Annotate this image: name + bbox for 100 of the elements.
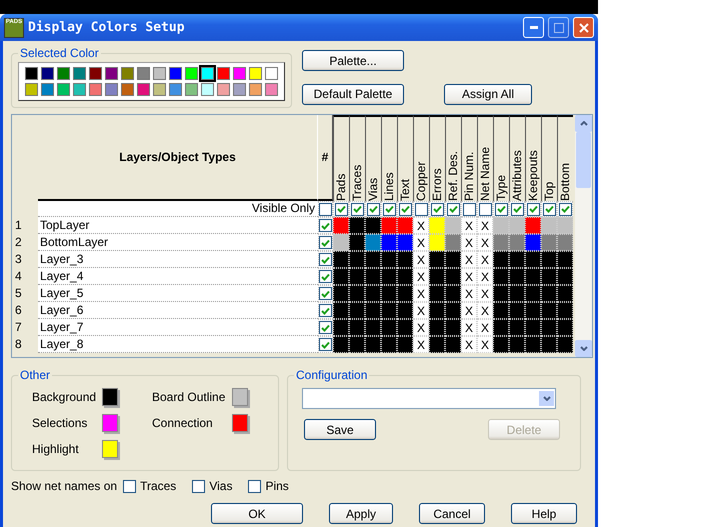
color-cell[interactable] — [557, 268, 573, 285]
color-cell[interactable] — [525, 285, 541, 302]
color-cell[interactable] — [429, 217, 445, 234]
color-swatch[interactable] — [217, 67, 230, 80]
checkbox[interactable] — [382, 202, 396, 216]
color-cell[interactable] — [333, 234, 349, 251]
color-cell[interactable] — [381, 319, 397, 336]
color-swatch[interactable] — [89, 67, 102, 80]
color-swatch[interactable] — [249, 83, 262, 96]
color-swatch[interactable] — [233, 67, 246, 80]
color-cell[interactable] — [493, 336, 509, 353]
color-cell[interactable] — [381, 285, 397, 302]
color-cell[interactable] — [445, 285, 461, 302]
checkbox[interactable] — [446, 202, 460, 216]
color-swatch[interactable] — [57, 67, 70, 80]
color-cell[interactable] — [349, 251, 365, 268]
color-cell[interactable] — [349, 234, 365, 251]
layer-name[interactable]: Layer_7 — [38, 319, 318, 336]
color-cell[interactable] — [557, 234, 573, 251]
color-cell[interactable] — [509, 302, 525, 319]
cancel-button[interactable]: Cancel — [419, 503, 485, 524]
color-cell[interactable] — [397, 302, 413, 319]
checkbox[interactable] — [319, 253, 332, 266]
checkbox[interactable] — [319, 321, 332, 334]
color-cell[interactable] — [525, 251, 541, 268]
color-swatch[interactable] — [153, 67, 166, 80]
color-cell[interactable] — [381, 234, 397, 251]
color-cell[interactable] — [397, 217, 413, 234]
color-cell[interactable] — [541, 234, 557, 251]
color-cell[interactable] — [493, 285, 509, 302]
color-cell[interactable] — [557, 285, 573, 302]
checkbox[interactable] — [414, 202, 428, 216]
color-cell[interactable] — [541, 336, 557, 353]
apply-button[interactable]: Apply — [329, 503, 393, 524]
color-cell[interactable] — [429, 285, 445, 302]
color-swatch[interactable] — [41, 83, 54, 96]
color-cell[interactable] — [509, 336, 525, 353]
color-cell[interactable] — [333, 336, 349, 353]
checkbox[interactable] — [558, 202, 572, 216]
color-cell[interactable] — [493, 217, 509, 234]
color-swatch[interactable] — [89, 83, 102, 96]
color-cell[interactable] — [541, 268, 557, 285]
color-swatch[interactable] — [233, 83, 246, 96]
color-cell[interactable] — [509, 217, 525, 234]
color-swatch[interactable] — [249, 67, 262, 80]
color-swatch[interactable] — [102, 414, 118, 432]
color-cell[interactable] — [365, 234, 381, 251]
color-cell[interactable] — [525, 268, 541, 285]
color-cell[interactable] — [509, 285, 525, 302]
color-cell[interactable] — [509, 234, 525, 251]
checkbox[interactable] — [319, 236, 332, 249]
checkbox[interactable] — [350, 202, 364, 216]
checkbox[interactable] — [192, 480, 206, 492]
color-cell[interactable] — [493, 319, 509, 336]
color-cell[interactable] — [365, 285, 381, 302]
scrollbar[interactable] — [575, 115, 592, 357]
color-cell[interactable] — [397, 336, 413, 353]
checkbox[interactable] — [319, 270, 332, 283]
color-cell[interactable] — [365, 251, 381, 268]
layer-name[interactable]: Layer_3 — [38, 251, 318, 268]
color-cell[interactable] — [349, 217, 365, 234]
color-cell[interactable] — [557, 302, 573, 319]
checkbox[interactable] — [334, 202, 348, 216]
layer-name[interactable]: Layer_6 — [38, 302, 318, 319]
color-cell[interactable] — [365, 268, 381, 285]
maximize-button[interactable] — [548, 17, 569, 38]
color-swatch[interactable] — [185, 67, 198, 80]
color-cell[interactable] — [365, 336, 381, 353]
color-cell[interactable] — [349, 268, 365, 285]
color-cell[interactable] — [397, 251, 413, 268]
checkbox[interactable] — [430, 202, 444, 216]
color-swatch[interactable] — [121, 83, 134, 96]
checkbox[interactable] — [319, 304, 332, 317]
color-cell[interactable] — [333, 285, 349, 302]
color-cell[interactable] — [381, 251, 397, 268]
color-swatch[interactable] — [232, 414, 248, 432]
color-cell[interactable] — [509, 319, 525, 336]
color-cell[interactable] — [349, 319, 365, 336]
color-cell[interactable] — [525, 217, 541, 234]
color-cell[interactable] — [493, 251, 509, 268]
checkbox[interactable] — [123, 480, 136, 492]
color-cell[interactable] — [333, 319, 349, 336]
color-cell[interactable] — [365, 217, 381, 234]
color-cell[interactable] — [429, 336, 445, 353]
color-cell[interactable] — [429, 319, 445, 336]
color-cell[interactable] — [349, 336, 365, 353]
color-cell[interactable] — [397, 319, 413, 336]
color-cell[interactable] — [429, 268, 445, 285]
layer-name[interactable]: Layer_8 — [38, 336, 318, 353]
color-cell[interactable] — [333, 302, 349, 319]
color-cell[interactable] — [445, 302, 461, 319]
layer-name[interactable]: TopLayer — [38, 217, 318, 234]
layer-name[interactable]: Layer_5 — [38, 285, 318, 302]
color-cell[interactable] — [429, 234, 445, 251]
color-swatch[interactable] — [57, 83, 70, 96]
color-cell[interactable] — [429, 251, 445, 268]
color-cell[interactable] — [541, 251, 557, 268]
color-swatch[interactable] — [105, 83, 118, 96]
palette-button[interactable]: Palette... — [302, 50, 404, 71]
checkbox[interactable] — [398, 202, 412, 216]
